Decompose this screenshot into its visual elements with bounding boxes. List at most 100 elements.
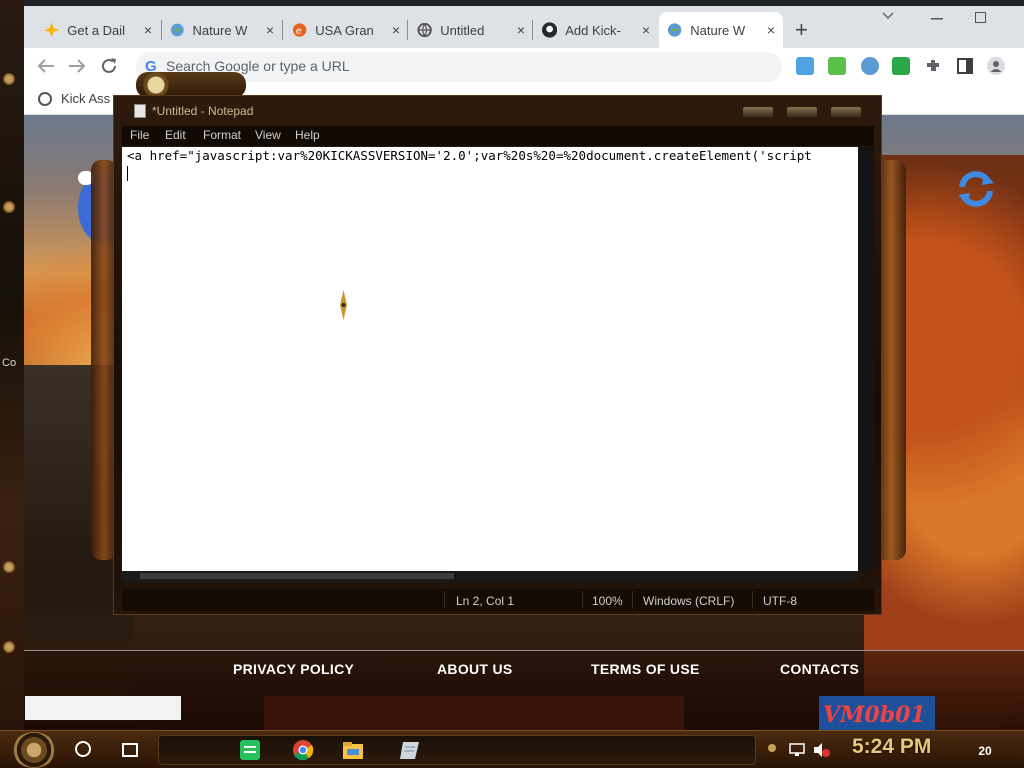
gear-icon bbox=[2, 640, 16, 654]
globe-favicon-icon bbox=[667, 23, 682, 37]
tab-usa-grant[interactable]: e USA Gran × bbox=[284, 12, 408, 48]
taskbar-app-tray bbox=[158, 735, 756, 765]
footer-banner-strip bbox=[264, 696, 684, 730]
taskbar: 5:24 PM 20 bbox=[0, 730, 1024, 768]
tab-get-a-daily[interactable]: Get a Dail × bbox=[36, 12, 160, 48]
extensions-puzzle-icon[interactable] bbox=[924, 57, 942, 75]
status-divider bbox=[752, 591, 753, 609]
sparkle-icon bbox=[44, 22, 60, 38]
notepad-minimize-button[interactable] bbox=[742, 106, 774, 118]
notes-app-icon[interactable] bbox=[239, 739, 261, 761]
minimize-icon[interactable] bbox=[931, 18, 943, 20]
back-arrow-icon[interactable] bbox=[37, 58, 55, 74]
notepad-text-content: <a href="javascript:var%20KICKASSVERSION… bbox=[127, 148, 812, 163]
tab-label: Get a Dail bbox=[67, 22, 126, 38]
task-view-icon[interactable] bbox=[122, 743, 138, 757]
status-divider bbox=[632, 591, 633, 609]
globe-icon bbox=[38, 91, 52, 106]
side-panel-icon[interactable] bbox=[956, 57, 974, 75]
footer-site-logo: VM0b01 bbox=[819, 696, 935, 730]
status-encoding: UTF-8 bbox=[763, 594, 797, 608]
desktop-partial-label: Co bbox=[2, 357, 17, 369]
tab-close-icon[interactable]: × bbox=[642, 22, 650, 38]
footer-privacy-policy-link[interactable]: PRIVACY POLICY bbox=[233, 661, 354, 677]
tab-nature-active[interactable]: Nature W × bbox=[659, 12, 783, 48]
e-favicon-icon: e bbox=[292, 23, 307, 37]
tab-label: USA Gran bbox=[315, 22, 374, 38]
window-top-edge bbox=[24, 0, 1024, 6]
bookmark-kick-ass[interactable]: Kick Ass bbox=[38, 91, 110, 106]
status-divider bbox=[582, 591, 583, 609]
notepad-window: *Untitled - Notepad File Edit Format Vie… bbox=[113, 95, 882, 615]
status-cursor-position: Ln 2, Col 1 bbox=[456, 594, 515, 608]
menu-help[interactable]: Help bbox=[295, 128, 320, 142]
forward-arrow-icon[interactable] bbox=[68, 58, 86, 74]
tab-close-icon[interactable]: × bbox=[767, 22, 775, 38]
notepad-status-bar: Ln 2, Col 1 100% Windows (CRLF) UTF-8 bbox=[122, 589, 874, 611]
menu-format[interactable]: Format bbox=[203, 128, 241, 142]
text-caret bbox=[127, 166, 128, 181]
tab-divider bbox=[407, 20, 408, 40]
tab-close-icon[interactable]: × bbox=[266, 22, 274, 38]
tab-label: Nature W bbox=[690, 22, 746, 38]
gear-icon bbox=[2, 72, 16, 86]
extension-bag-icon[interactable] bbox=[828, 57, 846, 75]
footer-terms-link[interactable]: TERMS OF USE bbox=[591, 661, 700, 677]
tab-label: Add Kick- bbox=[565, 22, 621, 38]
status-zoom: 100% bbox=[592, 594, 623, 608]
notepad-close-button[interactable] bbox=[830, 106, 862, 118]
tab-label: Nature W bbox=[192, 22, 248, 38]
file-explorer-icon[interactable] bbox=[342, 739, 364, 761]
footer-about-us-link[interactable]: ABOUT US bbox=[437, 661, 513, 677]
extension-notes-icon[interactable] bbox=[796, 57, 814, 75]
horizontal-scroll-thumb[interactable] bbox=[140, 573, 454, 579]
tab-search-chevron-icon[interactable] bbox=[882, 12, 894, 20]
menu-view[interactable]: View bbox=[255, 128, 281, 142]
footer-input-box[interactable] bbox=[25, 696, 181, 720]
notepad-text-area[interactable]: <a href="javascript:var%20KICKASSVERSION… bbox=[122, 147, 858, 571]
compass-needle-cursor-icon bbox=[340, 290, 347, 320]
notepad-maximize-button[interactable] bbox=[786, 106, 818, 118]
extension-sheet-icon[interactable] bbox=[892, 57, 910, 75]
github-icon bbox=[542, 22, 558, 38]
start-button[interactable] bbox=[12, 732, 56, 768]
gear-icon bbox=[2, 560, 16, 574]
refresh-circle-icon[interactable] bbox=[954, 167, 998, 211]
menu-edit[interactable]: Edit bbox=[165, 128, 186, 142]
tab-add-kick[interactable]: Add Kick- × bbox=[534, 12, 658, 48]
gear-icon bbox=[2, 200, 16, 214]
tab-divider bbox=[532, 20, 533, 40]
maximize-icon[interactable] bbox=[975, 12, 986, 23]
notification-center-button[interactable]: 20 bbox=[974, 739, 996, 761]
chevron-up-icon[interactable] bbox=[767, 743, 777, 753]
globe-icon bbox=[417, 22, 432, 38]
tab-label: Untitled bbox=[440, 22, 485, 38]
profile-avatar-icon[interactable] bbox=[987, 57, 1005, 75]
reload-icon[interactable] bbox=[100, 57, 118, 75]
vertical-scrollbar[interactable] bbox=[858, 147, 874, 571]
new-tab-button[interactable]: + bbox=[795, 17, 808, 43]
status-divider bbox=[444, 591, 445, 609]
volume-muted-icon[interactable] bbox=[812, 741, 830, 759]
tab-close-icon[interactable]: × bbox=[517, 22, 525, 38]
network-icon[interactable] bbox=[788, 741, 806, 759]
search-circle-icon[interactable] bbox=[75, 741, 91, 757]
bookmark-label: Kick Ass bbox=[61, 91, 111, 106]
svg-text:e: e bbox=[296, 26, 302, 37]
notepad-app-icon[interactable] bbox=[399, 739, 421, 761]
status-line-ending: Windows (CRLF) bbox=[643, 594, 735, 608]
chrome-app-icon[interactable] bbox=[292, 739, 314, 761]
menu-file[interactable]: File bbox=[130, 128, 149, 142]
notepad-title: *Untitled - Notepad bbox=[152, 104, 254, 118]
tab-nature-1[interactable]: Nature W × bbox=[162, 12, 282, 48]
tab-close-icon[interactable]: × bbox=[392, 22, 400, 38]
tab-close-icon[interactable]: × bbox=[144, 22, 152, 38]
footer-contacts-link[interactable]: CONTACTS bbox=[780, 661, 859, 677]
notepad-app-icon bbox=[134, 104, 146, 118]
tab-divider bbox=[282, 20, 283, 40]
tab-untitled[interactable]: Untitled × bbox=[409, 12, 533, 48]
taskbar-clock[interactable]: 5:24 PM bbox=[852, 735, 931, 759]
extension-globe-icon[interactable] bbox=[861, 57, 879, 75]
globe-favicon-icon bbox=[170, 23, 184, 37]
horizontal-scrollbar[interactable] bbox=[122, 571, 858, 581]
